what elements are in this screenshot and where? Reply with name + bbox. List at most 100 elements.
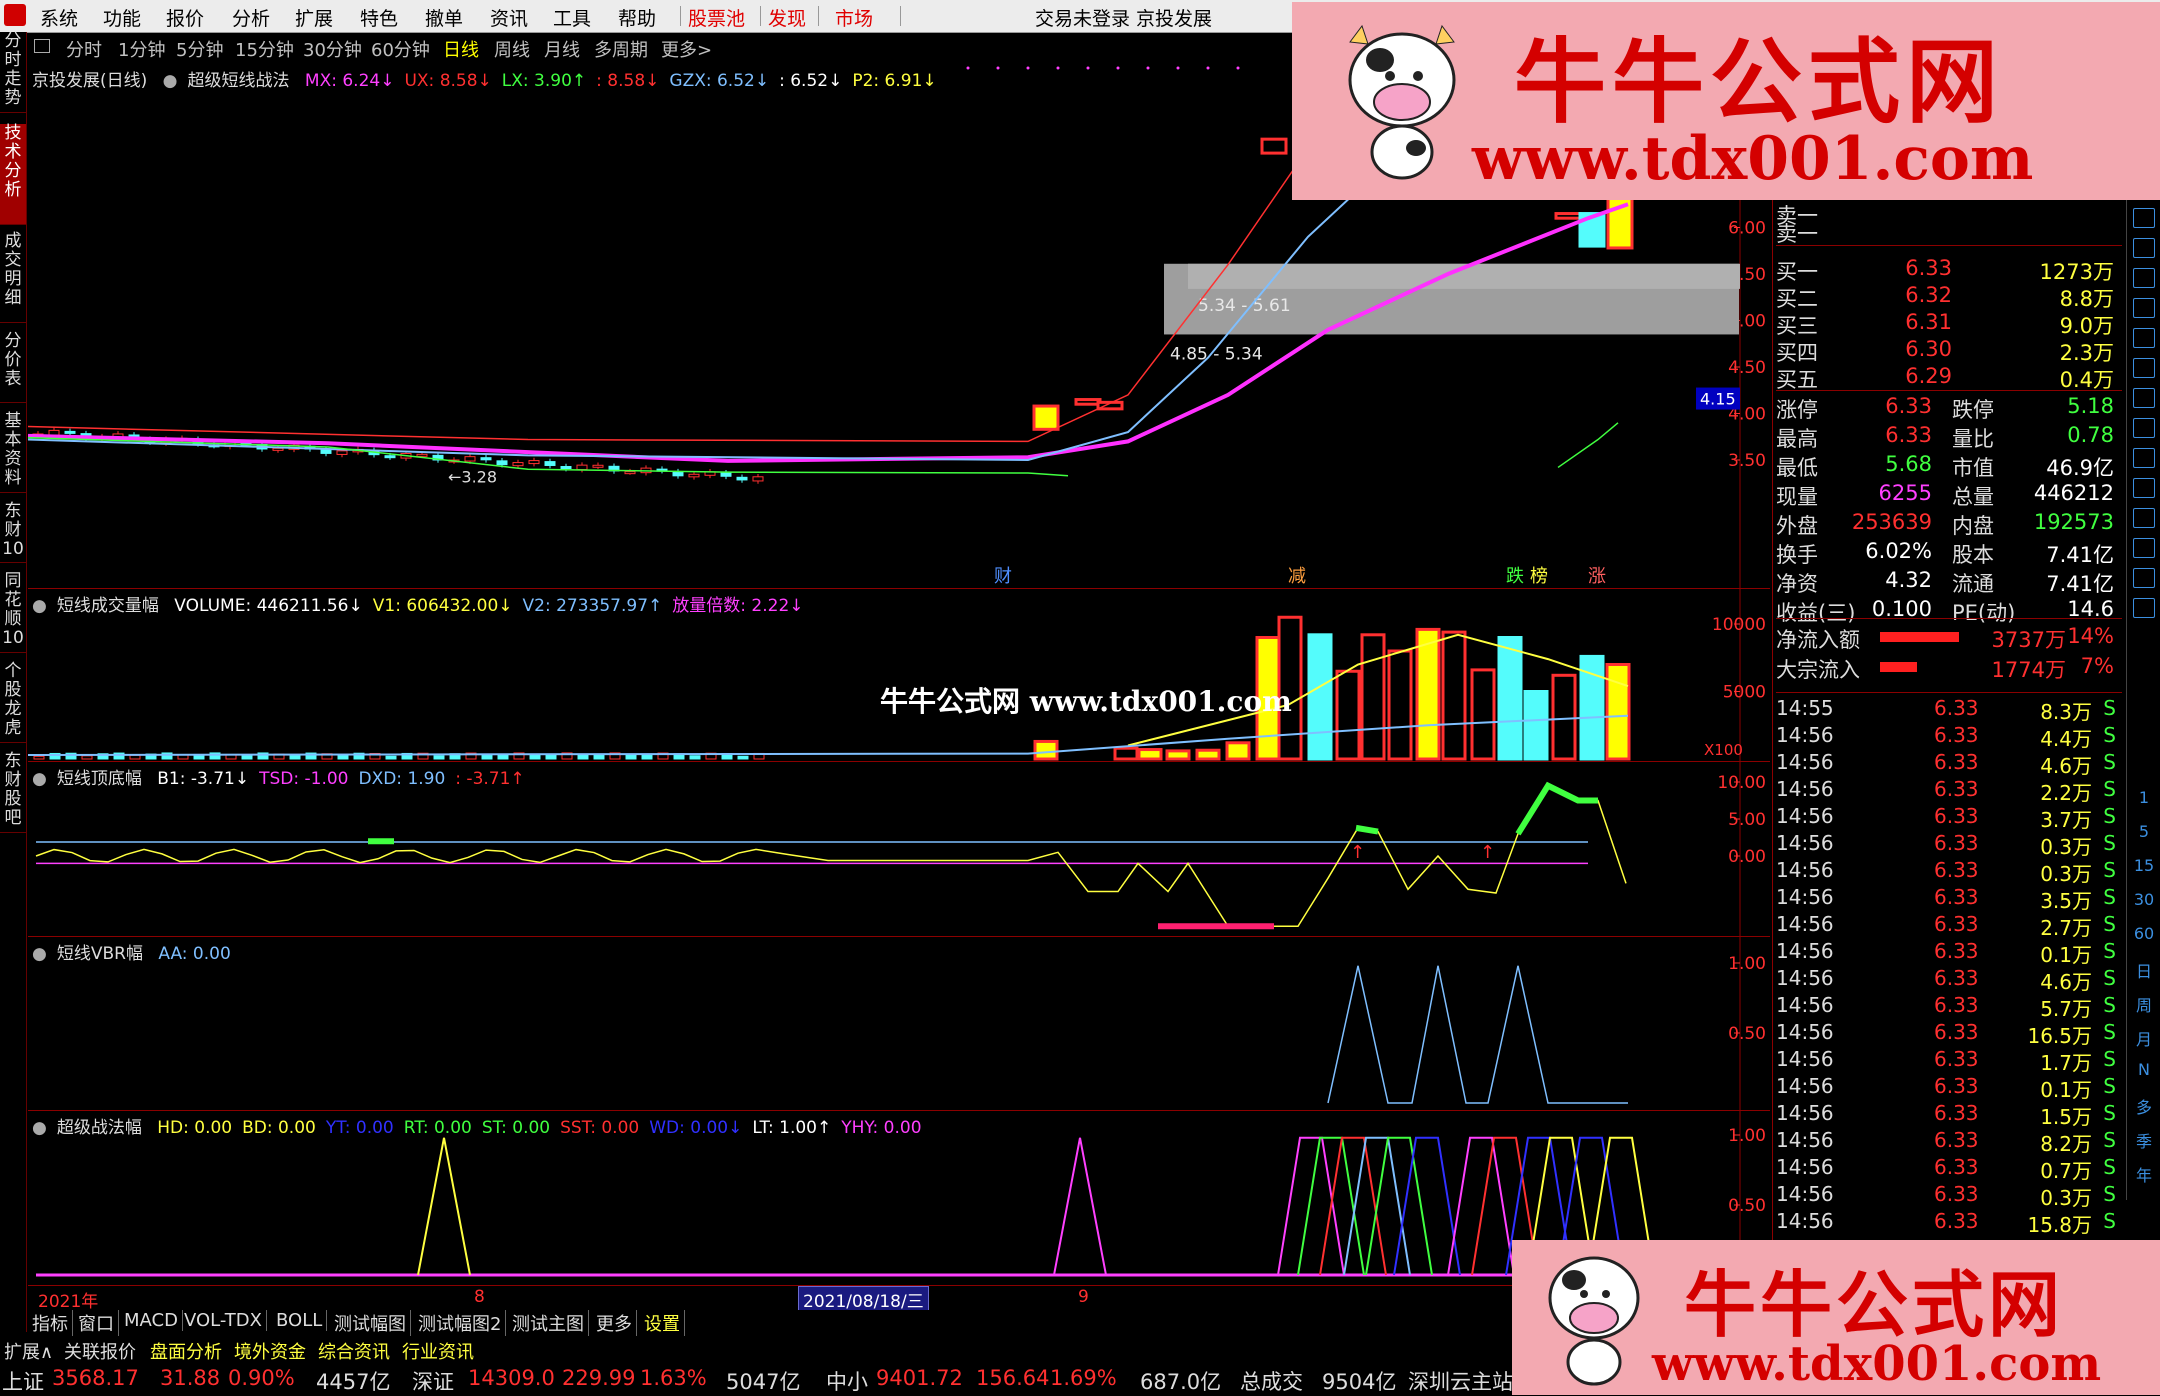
period-shortcut[interactable]: N [2127,1060,2160,1079]
menu-quote[interactable]: 报价 [166,4,204,31]
period-30min[interactable]: 30分钟 [303,36,362,62]
period-shortcut[interactable]: 周 [2127,992,2160,1016]
volume-panel[interactable]: 10000 5000 X100 ● 短线成交量幅 VOLUME: 446211.56↓… [28,589,1770,762]
tab-test-sub1[interactable]: 测试幅图 [330,1310,411,1336]
tab-profile[interactable]: 基本资料 [0,412,26,493]
menu-extend[interactable]: 扩展 [295,4,333,31]
period-monthly[interactable]: 月线 [544,36,580,62]
tab-macd[interactable]: MACD [120,1310,183,1331]
period-intraday[interactable]: 分时 [66,36,102,62]
menu-stock-pool[interactable]: 股票池 [688,4,745,31]
menu-feature[interactable]: 特色 [360,4,398,31]
idx-sh-name[interactable]: 上证 [2,1366,44,1396]
volume-bar [641,754,653,760]
tool-icon[interactable] [2133,208,2155,228]
idx-sz-name[interactable]: 深证 [412,1366,454,1396]
ext-foreign-funds[interactable]: 境外资金 [234,1338,306,1364]
period-more[interactable]: 更多> [661,36,712,62]
indicator-toggle-icon[interactable]: ● [32,769,47,789]
tool-icon[interactable] [2133,568,2155,588]
period-1min[interactable]: 1分钟 [118,36,165,62]
bid-row[interactable]: 买四 6.30 2.3万 [1776,337,2122,365]
idx-sme-name[interactable]: 中小 [826,1366,868,1396]
period-shortcut[interactable]: 多 [2127,1094,2160,1118]
tab-vol-tdx[interactable]: VOL-TDX [180,1310,267,1331]
tab-indicator[interactable]: 指标 [28,1310,73,1336]
tab-settings[interactable]: 设置 [640,1310,685,1336]
menu-system[interactable]: 系统 [40,4,78,31]
ext-board-analysis[interactable]: 盘面分析 [150,1338,222,1364]
layout-toggle-icon[interactable] [34,39,50,53]
period-shortcut[interactable]: 30 [2127,890,2160,909]
menu-tools[interactable]: 工具 [553,4,591,31]
period-shortcut[interactable]: 1 [2127,788,2160,807]
ext-related-quote[interactable]: 关联报价 [64,1338,136,1364]
menu-market[interactable]: 市场 [835,4,873,31]
vbr-panel[interactable]: 1.00 0.50 ● 短线VBR幅 AA: 0.00 [28,937,1770,1111]
menu-cancel[interactable]: 撤单 [425,4,463,31]
menu-analysis[interactable]: 分析 [232,4,270,31]
tab-test-main[interactable]: 测试主图 [508,1310,589,1336]
period-daily[interactable]: 日线 [443,36,479,62]
indicator-toggle-icon[interactable]: ● [32,596,47,616]
indicator-toggle-icon[interactable]: ● [32,944,47,964]
tool-icon[interactable] [2133,508,2155,528]
menu-info[interactable]: 资讯 [490,4,528,31]
volume-indicator-name[interactable]: 短线成交量幅 [57,596,159,616]
period-shortcut[interactable]: 5 [2127,822,2160,841]
period-weekly[interactable]: 周线 [494,36,530,62]
signal-trapezoid [1277,1136,1345,1276]
period-15min[interactable]: 15分钟 [235,36,294,62]
period-shortcut[interactable]: 60 [2127,924,2160,943]
tab-trades[interactable]: 成交明细 [0,232,26,323]
period-shortcut[interactable]: 15 [2127,856,2160,875]
period-multi[interactable]: 多周期 [594,36,648,62]
tool-icon[interactable] [2133,448,2155,468]
tool-icon[interactable] [2133,598,2155,618]
tab-eastmoney[interactable]: 东财10 [0,502,26,563]
tab-technical[interactable]: 技术分析 [0,124,26,225]
super-tactics-panel[interactable]: 1.00 0.50 ● 超级战法幅 HD: 0.00 BD: 0.00 YT: 0.00… [28,1111,1770,1283]
period-shortcut[interactable]: 季 [2127,1128,2160,1152]
period-shortcut[interactable]: 月 [2127,1026,2160,1050]
ext-toggle[interactable]: 扩展∧ [4,1338,53,1364]
tab-guba[interactable]: 东财股吧 [0,752,26,833]
tool-icon[interactable] [2133,358,2155,378]
tab-boll[interactable]: BOLL [272,1310,328,1331]
top-bottom-panel[interactable]: 10.00 5.00 0.00 ↑ ↑ ● 短线顶底幅 B1: -3.71↓ TSD: -1… [28,762,1770,937]
tool-icon[interactable] [2133,418,2155,438]
tool-icon[interactable] [2133,478,2155,498]
tool-icon[interactable] [2133,268,2155,288]
super-tactics-indicator-name[interactable]: 超级战法幅 [57,1118,142,1138]
tab-intraday[interactable]: 分时走势 [0,32,26,113]
ext-industry-info[interactable]: 行业资讯 [402,1338,474,1364]
tool-icon[interactable] [2133,538,2155,558]
tool-icon[interactable] [2133,328,2155,348]
bid-row[interactable]: 买二 6.32 8.8万 [1776,283,2122,311]
bid-row[interactable]: 买三 6.31 9.0万 [1776,310,2122,338]
tab-test-sub2[interactable]: 测试幅图2 [414,1310,507,1336]
tab-dragon-tiger[interactable]: 个股龙虎 [0,662,26,743]
period-shortcut[interactable]: 日 [2127,958,2160,982]
tool-icon[interactable] [2133,298,2155,318]
vbr-indicator-name[interactable]: 短线VBR幅 [57,944,143,964]
period-shortcut[interactable]: 年 [2127,1162,2160,1186]
bid-row[interactable]: 买一 6.33 1273万 [1776,256,2122,284]
tool-icon[interactable] [2133,238,2155,258]
menu-function[interactable]: 功能 [103,4,141,31]
menu-help[interactable]: 帮助 [618,4,656,31]
indicator-toggle-icon[interactable]: ● [32,1118,47,1138]
tab-ths[interactable]: 同花顺10 [0,572,26,653]
tool-icon[interactable] [2133,388,2155,408]
menu-discover[interactable]: 发现 [768,4,806,31]
server-site[interactable]: 深圳云主站 [1408,1366,1513,1396]
tab-more[interactable]: 更多 [592,1310,637,1336]
period-60min[interactable]: 60分钟 [371,36,430,62]
period-5min[interactable]: 5分钟 [176,36,223,62]
bid-row[interactable]: 买五 6.29 0.4万 [1776,364,2122,392]
tab-window[interactable]: 窗口 [74,1310,119,1336]
top-bottom-indicator-name[interactable]: 短线顶底幅 [57,769,142,789]
ext-comprehensive-info[interactable]: 综合资讯 [318,1338,390,1364]
login-status[interactable]: 交易未登录 [1035,4,1130,31]
tab-price-table[interactable]: 分价表 [0,332,26,403]
